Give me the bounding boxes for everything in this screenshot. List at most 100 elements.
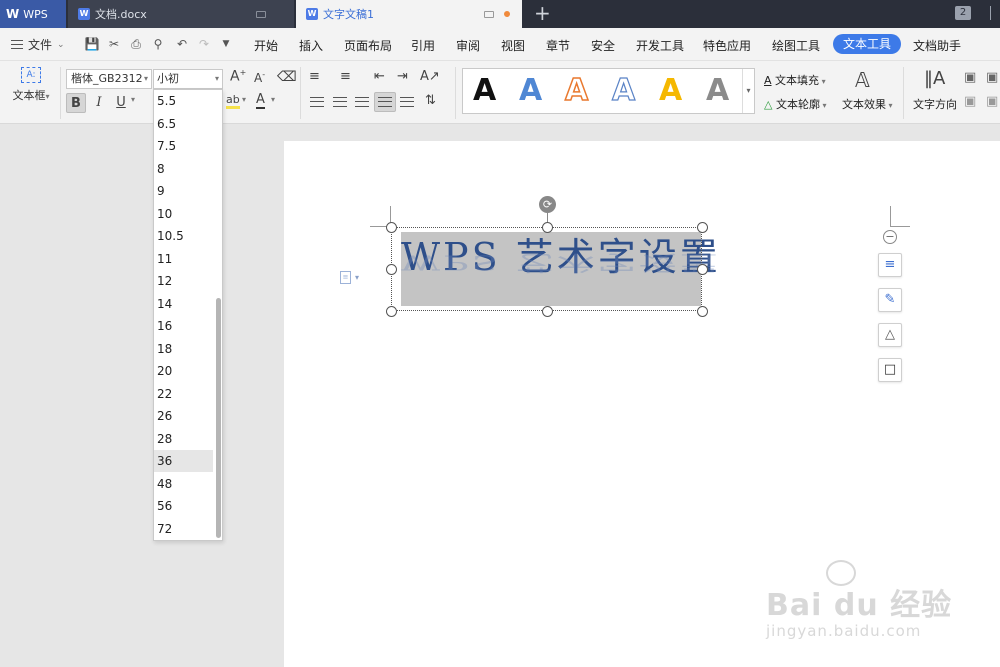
font-size-option-selected[interactable]: 36 <box>154 450 213 472</box>
chevron-down-icon[interactable]: ▾ <box>242 95 246 104</box>
font-size-option[interactable]: 8 <box>154 158 213 180</box>
font-size-option[interactable]: 26 <box>154 405 213 427</box>
menu-item-drawing-tools[interactable]: 绘图工具 <box>772 37 820 54</box>
text-outline-button[interactable]: △ 文本轮廓 ▾ <box>764 96 827 112</box>
print-preview-icon[interactable]: ⚲ <box>150 36 166 52</box>
increase-indent-icon[interactable]: ⇥ <box>397 69 408 84</box>
image-text-icon[interactable]: ▣ <box>964 94 976 109</box>
tab-wps-home[interactable]: W WPS <box>0 0 66 28</box>
font-size-option[interactable]: 7.5 <box>154 135 213 157</box>
format-painter-icon[interactable]: ✂ <box>106 36 122 52</box>
font-size-option[interactable]: 72 <box>154 518 213 540</box>
font-size-option[interactable]: 5.5 <box>154 90 213 112</box>
underline-button[interactable]: U <box>112 93 130 113</box>
collapse-toolbar-icon[interactable]: − <box>883 230 897 244</box>
align-right-icon[interactable] <box>355 97 369 107</box>
menu-item-insert[interactable]: 插入 <box>299 37 323 54</box>
text-fill-button[interactable]: A 文本填充 ▾ <box>764 72 826 88</box>
textbox-button[interactable]: A: 文本框▾ <box>8 67 54 103</box>
gallery-more-button[interactable]: ▾ <box>742 69 754 113</box>
text-direction-a-icon[interactable]: A↗ <box>420 69 440 84</box>
redo-icon[interactable]: ↷ <box>196 36 212 52</box>
layout-options-icon[interactable]: ≡ <box>340 271 351 284</box>
font-size-option[interactable]: 14 <box>154 293 213 315</box>
numbered-list-icon[interactable]: ≡ <box>340 69 351 84</box>
menu-item-special-apps[interactable]: 特色应用 <box>703 37 751 54</box>
font-size-option[interactable]: 9 <box>154 180 213 202</box>
print-icon[interactable]: ⎙ <box>128 36 144 52</box>
resize-handle[interactable] <box>697 306 708 317</box>
menu-item-developer[interactable]: 开发工具 <box>636 37 684 54</box>
text-frame-selection[interactable] <box>391 227 702 311</box>
style-orange-outline[interactable]: A <box>564 72 589 110</box>
tab-document-docx[interactable]: W 文档.docx <box>68 0 294 28</box>
font-size-option[interactable]: 6.5 <box>154 113 213 135</box>
decrease-indent-icon[interactable]: ⇤ <box>374 69 385 84</box>
shrink-font-icon[interactable]: A- <box>254 70 265 85</box>
menu-item-text-tools[interactable]: 文本工具 <box>833 34 902 54</box>
style-blue[interactable]: A <box>519 72 542 110</box>
font-size-option[interactable]: 22 <box>154 383 213 405</box>
align-left-icon[interactable] <box>310 97 324 107</box>
resize-handle[interactable] <box>697 264 708 275</box>
customize-quick-access-icon[interactable]: ▼ <box>218 36 234 52</box>
font-size-option[interactable]: 16 <box>154 315 213 337</box>
wrap-text-icon[interactable]: ≡ <box>878 253 902 277</box>
fill-bucket-icon[interactable]: △ <box>878 323 902 347</box>
font-name-select[interactable]: 楷体_GB2312 ▾ <box>66 69 152 89</box>
chevron-down-icon[interactable]: ▾ <box>355 273 359 282</box>
distribute-icon[interactable] <box>400 97 414 107</box>
menu-item-doc-assistant[interactable]: 文档助手 <box>913 37 961 54</box>
style-gold[interactable]: A <box>659 72 682 110</box>
line-spacing-icon[interactable]: ⇅ <box>425 93 436 108</box>
bold-button[interactable]: B <box>66 93 86 113</box>
highlight-icon[interactable]: ab <box>226 93 240 109</box>
font-size-option[interactable]: 20 <box>154 360 213 382</box>
menu-item-view[interactable]: 视图 <box>501 37 525 54</box>
menu-item-start[interactable]: 开始 <box>254 37 278 54</box>
text-direction-icon[interactable]: ‖A <box>924 68 945 89</box>
save-icon[interactable]: 💾 <box>84 36 100 52</box>
pen-icon[interactable]: ✎ <box>878 288 902 312</box>
font-color-icon[interactable]: A <box>256 92 265 109</box>
font-size-option[interactable]: 10 <box>154 203 213 225</box>
window-restore-icon[interactable] <box>990 6 1000 20</box>
menu-item-security[interactable]: 安全 <box>591 37 615 54</box>
dropdown-scrollbar[interactable] <box>216 298 221 538</box>
menu-item-section[interactable]: 章节 <box>546 37 570 54</box>
style-black[interactable]: A <box>473 72 496 110</box>
text-direction-button[interactable]: 文字方向 <box>913 96 957 112</box>
chevron-down-icon[interactable]: ▾ <box>271 95 275 104</box>
menu-item-references[interactable]: 引用 <box>411 37 435 54</box>
border-icon[interactable]: □ <box>878 358 902 382</box>
image-text-icon[interactable]: ▣ <box>964 70 976 85</box>
italic-button[interactable]: I <box>90 93 108 113</box>
resize-handle[interactable] <box>697 222 708 233</box>
font-size-option[interactable]: 28 <box>154 428 213 450</box>
font-size-option[interactable]: 12 <box>154 270 213 292</box>
monitor-icon[interactable] <box>484 11 494 18</box>
grow-font-icon[interactable]: A+ <box>230 68 246 85</box>
file-menu[interactable]: 文件 ⌄ <box>11 36 65 53</box>
style-blue-outline[interactable]: A <box>611 72 635 110</box>
font-size-option[interactable]: 56 <box>154 495 213 517</box>
image-text-icon[interactable]: ▣ <box>986 70 998 85</box>
image-text-icon[interactable]: ▣ <box>986 94 998 109</box>
resize-handle[interactable] <box>542 222 553 233</box>
font-size-option[interactable]: 10.5 <box>154 225 213 247</box>
clear-format-icon[interactable]: ⌫ <box>277 69 297 85</box>
undo-icon[interactable]: ↶ <box>174 36 190 52</box>
bullet-list-icon[interactable]: ≡ <box>309 69 320 84</box>
font-size-option[interactable]: 18 <box>154 338 213 360</box>
style-gray[interactable]: A <box>706 72 729 110</box>
resize-handle[interactable] <box>542 306 553 317</box>
menu-item-page-layout[interactable]: 页面布局 <box>344 37 392 54</box>
text-effect-icon[interactable]: 𝔸 <box>855 68 870 92</box>
monitor-icon[interactable] <box>256 11 266 18</box>
resize-handle[interactable] <box>386 222 397 233</box>
window-count-badge[interactable]: 2 <box>955 6 971 20</box>
resize-handle[interactable] <box>386 264 397 275</box>
font-size-option[interactable]: 48 <box>154 473 213 495</box>
font-size-option[interactable]: 11 <box>154 248 213 270</box>
tab-text-draft[interactable]: W 文字文稿1 <box>296 0 522 28</box>
